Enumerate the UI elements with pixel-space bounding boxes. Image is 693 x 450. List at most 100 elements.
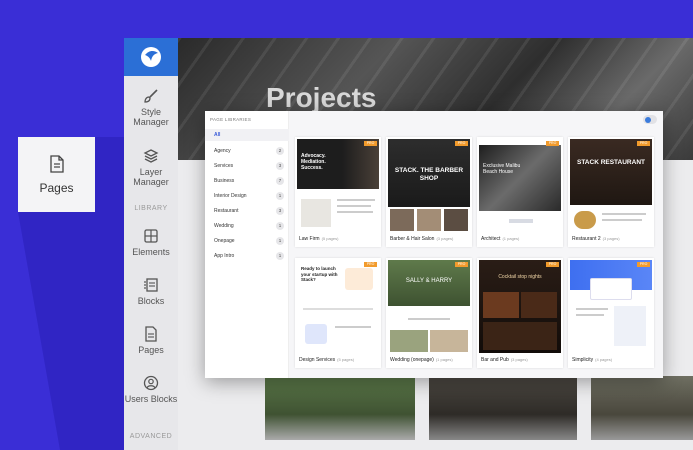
category-name: Agency: [214, 148, 231, 154]
sidebar-item-label: Blocks: [137, 296, 165, 306]
category-count: 1: [276, 192, 284, 200]
sidebar-item-layer-manager[interactable]: Layer Manager: [124, 148, 178, 187]
user-avatar-toggle[interactable]: [643, 115, 657, 124]
category-count: 2: [276, 147, 284, 155]
card-title: Architect: [481, 236, 501, 242]
category-item[interactable]: Restaurant 3: [214, 206, 284, 216]
background-photo: [429, 376, 577, 440]
category-item[interactable]: Services 3: [214, 161, 284, 171]
category-name: Wedding: [214, 223, 234, 229]
category-all[interactable]: All: [205, 129, 289, 141]
card-title: Law Firm: [299, 236, 320, 242]
template-grid: Advocacy. Mediation. Success. PRO Law Fi…: [289, 111, 663, 378]
card-title: Simplicity: [572, 357, 594, 363]
category-name: Interior Design: [214, 193, 247, 199]
card-pages: (3 pages): [602, 236, 620, 241]
thumb-headline: Exclusive Malibu Beach House: [483, 163, 521, 175]
pro-badge: PRO: [546, 262, 559, 267]
pages-card-label: Pages: [39, 180, 74, 195]
pro-badge: PRO: [637, 262, 650, 267]
template-card-wedding[interactable]: SALLY & HARRY PRO Wedding (onepage) (1 pa…: [386, 258, 472, 368]
category-name: Services: [214, 163, 234, 169]
page-title: Projects: [266, 82, 377, 113]
user-icon: [143, 375, 159, 391]
thumb-headline: Advocacy. Mediation. Success.: [301, 153, 326, 171]
card-pages: (5 pages): [337, 357, 355, 362]
category-count: 1: [276, 222, 284, 230]
page-libraries-modal: PAGE LIBRARIES All Agency 2 Services 3 Bus…: [205, 111, 663, 378]
sidebar-item-pages[interactable]: Pages: [124, 326, 178, 355]
thumb-headline: Ready to launch your startup with Stack?: [301, 266, 338, 282]
sidebar-item-blocks[interactable]: Blocks: [124, 277, 178, 306]
category-item[interactable]: Interior Design 1: [214, 191, 284, 201]
thumb-headline: STACK RESTAURANT: [576, 159, 645, 166]
template-card-restaurant-2[interactable]: STACK RESTAURANT PRO Restaurant 2 (3 page…: [568, 137, 654, 247]
category-name: App Intro: [214, 253, 235, 259]
card-pages: (5 pages): [321, 236, 339, 241]
category-count: 1: [276, 237, 284, 245]
document-icon: [145, 326, 157, 342]
layers-icon: [143, 149, 159, 163]
app-logo[interactable]: [124, 38, 178, 76]
category-list: PAGE LIBRARIES All Agency 2 Services 3 Bus…: [205, 111, 289, 378]
thumb-headline: Cocktail stop nights: [498, 274, 542, 280]
category-item[interactable]: Onepage 1: [214, 236, 284, 246]
brush-icon: [144, 89, 158, 103]
pro-badge: PRO: [364, 262, 377, 267]
card-title: Bar and Pub: [481, 357, 509, 363]
modal-heading: PAGE LIBRARIES: [210, 117, 252, 122]
category-name: Restaurant: [214, 208, 239, 214]
template-card-design-services[interactable]: Ready to launch your startup with Stack?…: [295, 258, 381, 368]
thumb-headline: STACK. THE BARBER SHOP: [394, 167, 464, 182]
category-name: Business: [214, 178, 235, 184]
section-advanced: ADVANCED: [129, 433, 173, 440]
category-item[interactable]: Business 7: [214, 176, 284, 186]
card-title: Wedding (onepage): [390, 357, 434, 363]
card-pages: (4 pages): [595, 357, 613, 362]
sidebar-item-label: Elements: [132, 247, 170, 257]
template-card-bar-pub[interactable]: Cocktail stop nights PRO Bar and Pub (3 p…: [477, 258, 563, 368]
sidebar-item-label: Style Manager: [133, 107, 169, 127]
pro-badge: PRO: [455, 141, 468, 146]
sidebar-item-users-blocks[interactable]: Users Blocks: [124, 375, 178, 404]
section-library: LIBRARY: [134, 205, 168, 212]
template-card-law-firm[interactable]: Advocacy. Mediation. Success. PRO Law Fi…: [295, 137, 381, 247]
category-item[interactable]: App Intro 1: [214, 251, 284, 261]
category-count: 3: [276, 207, 284, 215]
avatar-icon: [645, 116, 651, 123]
card-pages: (1 pages): [502, 236, 520, 241]
thumb-headline: SALLY & HARRY: [405, 278, 453, 284]
grid-icon: [144, 229, 158, 243]
category-name: Onepage: [214, 238, 235, 244]
card-pages: (3 pages): [510, 357, 528, 362]
card-title: Restaurant 2: [572, 236, 601, 242]
card-title: Design Services: [299, 357, 336, 363]
template-card-architect[interactable]: Exclusive Malibu Beach House PRO Archite…: [477, 137, 563, 247]
hummingbird-logo-icon: [141, 47, 161, 67]
blocks-icon: [144, 278, 158, 292]
category-count: 3: [276, 162, 284, 170]
sidebar-item-style-manager[interactable]: Style Manager: [124, 88, 178, 127]
background-photo: [265, 376, 415, 440]
sidebar-item-label: Layer Manager: [133, 167, 169, 187]
card-pages: (1 pages): [435, 357, 453, 362]
document-icon: [49, 154, 64, 173]
background-photo: [591, 376, 693, 440]
template-card-barber[interactable]: STACK. THE BARBER SHOP PRO Barber & Hair…: [386, 137, 472, 247]
card-pages: (3 pages): [436, 236, 454, 241]
category-item[interactable]: Agency 2: [214, 146, 284, 156]
pages-highlight-card[interactable]: Pages: [18, 137, 95, 212]
card-title: Barber & Hair Salon: [390, 236, 435, 242]
category-all-label: All: [214, 132, 221, 138]
sidebar-item-label: Pages: [138, 345, 164, 355]
pro-badge: PRO: [637, 141, 650, 146]
sidebar-item-elements[interactable]: Elements: [124, 228, 178, 257]
category-count: 7: [276, 177, 284, 185]
category-item[interactable]: Wedding 1: [214, 221, 284, 231]
pro-badge: PRO: [546, 141, 559, 146]
sidebar-item-label: Users Blocks: [124, 394, 178, 404]
template-card-simplicity[interactable]: PRO Simplicity (4 pages): [568, 258, 654, 368]
pro-badge: PRO: [455, 262, 468, 267]
pro-badge: PRO: [364, 141, 377, 146]
editor-sidebar: Style Manager Layer Manager LIBRARY Elem…: [124, 38, 178, 450]
